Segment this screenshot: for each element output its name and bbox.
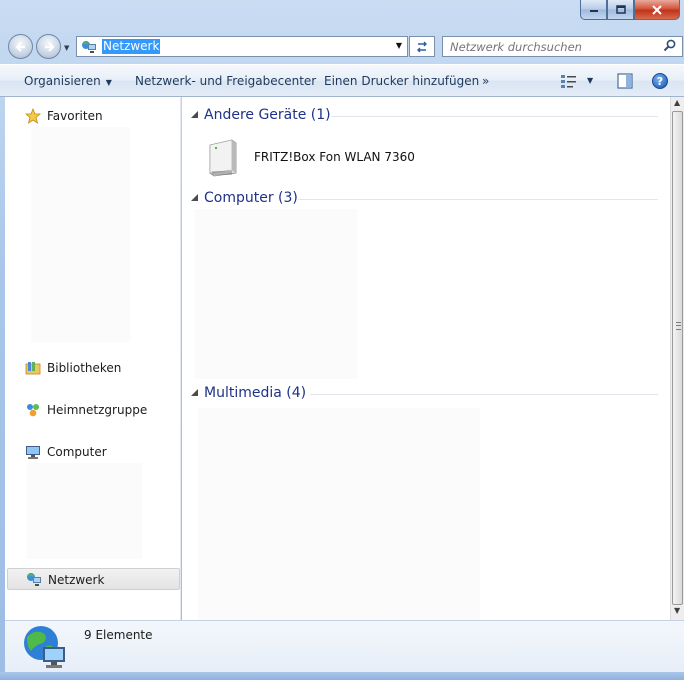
close-icon [652, 4, 662, 15]
address-dropdown-icon[interactable]: ▼ [396, 41, 402, 50]
window-bottom-border [0, 672, 684, 680]
more-commands-button[interactable]: » [482, 74, 489, 88]
group-title: Multimedia (4) [204, 385, 307, 401]
vertical-scrollbar[interactable]: ▲ ▼ [670, 97, 684, 620]
close-button[interactable] [634, 0, 680, 20]
sidebar-item-libraries[interactable]: Bibliotheken [5, 357, 179, 379]
add-printer-button[interactable]: Einen Drucker hinzufügen [324, 74, 479, 88]
group-divider [332, 116, 658, 117]
network-icon [82, 41, 96, 53]
search-icon [663, 39, 676, 52]
preview-pane-icon[interactable] [617, 73, 633, 89]
minimize-button[interactable] [580, 0, 607, 20]
group-header-multimedia[interactable]: Multimedia (4) [182, 384, 662, 404]
recent-pages-dropdown[interactable]: ▼ [64, 44, 69, 52]
maximize-button[interactable] [607, 0, 634, 20]
address-bar[interactable]: Netzwerk ▼ [76, 36, 408, 57]
search-field[interactable] [442, 36, 683, 57]
group-divider [298, 199, 658, 200]
sidebar-item-label: Computer [47, 445, 107, 459]
command-bar: Organisieren ▼ Netzwerk- und Freigabecent… [0, 64, 684, 97]
sidebar-item-computer[interactable]: Computer [5, 441, 179, 463]
sidebar-item-homegroup[interactable]: Heimnetzgruppe [5, 399, 179, 421]
group-title: Computer (3) [204, 190, 298, 206]
navigation-bar: ▼ Netzwerk ▼ [0, 31, 684, 63]
library-icon [25, 362, 41, 375]
chevron-down-icon: ▼ [105, 78, 112, 87]
search-input[interactable] [443, 37, 653, 56]
content-pane: Andere Geräte (1) FRITZ!Box Fon WLAN 736… [182, 97, 670, 620]
organize-label: Organisieren [24, 74, 101, 88]
collapse-triangle-icon[interactable] [191, 389, 198, 396]
redacted-favorites-area [31, 127, 130, 342]
star-icon [25, 108, 41, 124]
change-view-icon[interactable] [560, 73, 578, 89]
view-options-dropdown[interactable]: ▼ [587, 76, 593, 85]
network-globe-icon [24, 626, 65, 668]
caption-buttons [580, 0, 680, 20]
device-icon [209, 139, 237, 177]
network-center-button[interactable]: Netzwerk- und Freigabecenter [135, 74, 316, 88]
device-label: FRITZ!Box Fon WLAN 7360 [254, 150, 415, 164]
arrow-right-icon [44, 41, 55, 52]
redacted-computer-area [27, 463, 142, 559]
arrow-left-icon [14, 41, 25, 52]
item-count: 9 Elemente [84, 628, 153, 642]
collapse-triangle-icon[interactable] [191, 111, 198, 118]
details-pane: 9 Elemente [5, 620, 684, 672]
scroll-down-arrow-icon[interactable]: ▼ [674, 606, 680, 615]
redacted-multimedia-items [198, 408, 480, 620]
minimize-icon [589, 9, 598, 12]
help-icon[interactable]: ? [652, 73, 668, 89]
sidebar-item-label: Bibliotheken [47, 361, 122, 375]
scroll-thumb[interactable] [672, 111, 683, 605]
group-divider [310, 394, 658, 395]
scroll-up-arrow-icon[interactable]: ▲ [674, 98, 680, 107]
network-icon [27, 573, 41, 586]
sidebar-item-label: Heimnetzgruppe [47, 403, 148, 417]
group-header-computer[interactable]: Computer (3) [182, 189, 662, 209]
refresh-button[interactable] [409, 36, 435, 57]
homegroup-icon [27, 404, 39, 417]
back-button[interactable] [8, 34, 33, 59]
sidebar-item-favorites[interactable]: Favoriten [5, 105, 179, 127]
address-text[interactable]: Netzwerk [102, 39, 161, 54]
device-item[interactable]: FRITZ!Box Fon WLAN 7360 [206, 137, 446, 177]
redacted-computer-items [195, 209, 357, 379]
maximize-icon [615, 4, 626, 14]
grip-icon [676, 322, 681, 330]
collapse-triangle-icon[interactable] [191, 194, 198, 201]
navigation-pane: Favoriten Bibliotheken Heimnetzgruppe Co… [5, 97, 181, 620]
group-title: Andere Geräte (1) [204, 107, 331, 123]
forward-button[interactable] [36, 34, 61, 59]
sidebar-item-label: Favoriten [47, 109, 103, 123]
computer-icon [26, 446, 40, 459]
group-header-other-devices[interactable]: Andere Geräte (1) [182, 106, 662, 126]
organize-menu-button[interactable]: Organisieren ▼ [24, 74, 112, 88]
refresh-icon [417, 41, 427, 52]
sidebar-item-network[interactable]: Netzwerk [7, 568, 180, 590]
sidebar-item-label: Netzwerk [48, 573, 105, 587]
